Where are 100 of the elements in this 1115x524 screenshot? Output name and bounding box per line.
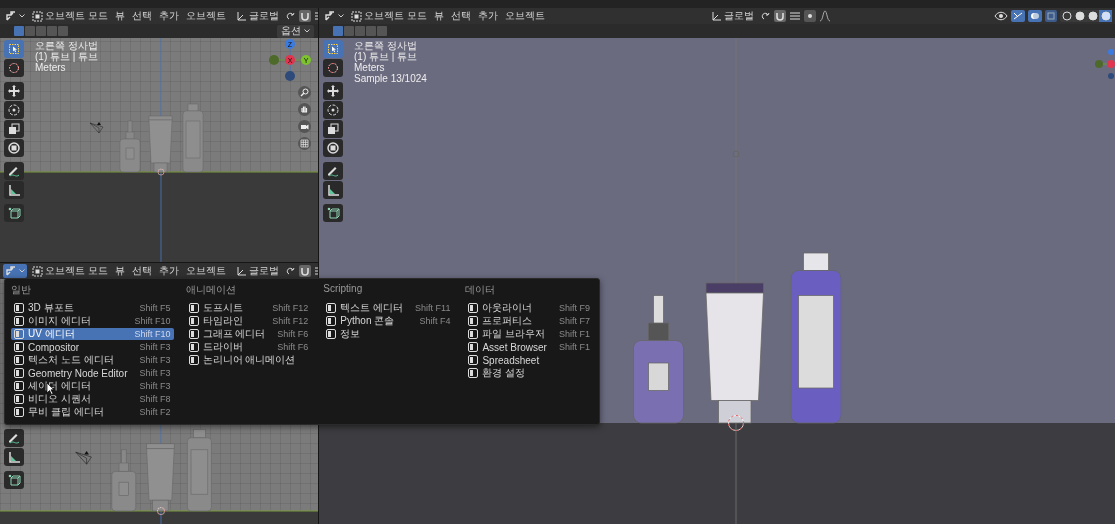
menu-item[interactable]: 텍스처 노드 에디터 Shift F3 <box>11 354 174 366</box>
rotate-icon <box>7 103 21 117</box>
add-cube-tool-button[interactable] <box>4 204 24 222</box>
options-dropdown[interactable]: 옵션 <box>277 24 314 38</box>
menu-item[interactable]: 논리니어 애니메이션 <box>185 354 312 366</box>
shading-mode-button[interactable] <box>1060 10 1073 22</box>
menu-button[interactable]: 뷰 <box>431 9 446 23</box>
menu-button[interactable]: 뷰 <box>112 9 127 23</box>
pencil-icon <box>7 431 21 445</box>
annotate-tool-button[interactable] <box>4 429 24 447</box>
editor-type-button[interactable] <box>3 264 27 278</box>
menu-button[interactable]: 오브젝트 <box>502 9 547 23</box>
editor-icon <box>326 329 337 339</box>
menu-item[interactable]: 3D 뷰포트 Shift F5 <box>11 302 174 314</box>
orientation-dropdown[interactable]: 글로벌 <box>233 9 281 23</box>
menu-item[interactable]: 드라이버 Shift F6 <box>185 341 312 353</box>
gizmo-toggle-icon[interactable] <box>1011 10 1025 22</box>
3d-cursor-icon <box>728 415 744 431</box>
ruler-icon <box>7 450 21 464</box>
menu-button[interactable]: 선택 <box>129 264 154 278</box>
editor-icon <box>468 355 479 365</box>
xray-toggle-icon[interactable] <box>1045 10 1057 22</box>
menu-item[interactable]: 무비 클립 에디터 Shift F2 <box>11 406 174 418</box>
camera-icon[interactable] <box>298 120 311 133</box>
pivot-icon[interactable] <box>759 10 772 22</box>
pencil-icon <box>326 164 340 178</box>
magnet-icon[interactable] <box>298 265 311 277</box>
editor-icon <box>14 316 24 326</box>
measure-tool-button[interactable] <box>4 448 24 466</box>
editor-type-button[interactable] <box>322 9 346 23</box>
select-box-tool-button[interactable] <box>323 40 343 58</box>
measure-tool-button[interactable] <box>4 181 24 199</box>
menu-item[interactable]: 파일 브라우저 Shift F1 <box>465 328 593 340</box>
mode-dropdown[interactable]: 오브젝트 모드 <box>30 9 110 23</box>
select-box-tool-button[interactable] <box>4 40 24 58</box>
menu-item[interactable]: 프로퍼티스 Shift F7 <box>465 315 593 327</box>
menu-button[interactable]: 오브젝트 <box>183 264 228 278</box>
cube-icon <box>7 473 21 487</box>
menu-button[interactable]: 선택 <box>448 9 473 23</box>
editor-icon <box>14 407 24 417</box>
menu-item[interactable]: Spreadsheet <box>465 354 593 366</box>
eye-icon[interactable] <box>994 10 1008 22</box>
menu-button[interactable]: 오브젝트 <box>183 9 228 23</box>
sphere-icon <box>1061 11 1072 21</box>
menu-button[interactable]: 추가 <box>156 264 181 278</box>
menu-button[interactable]: 선택 <box>129 9 154 23</box>
transform-tool-button[interactable] <box>4 139 24 157</box>
cursor-tool-button[interactable] <box>323 59 343 77</box>
menu-item[interactable]: 도프시트 Shift F12 <box>185 302 312 314</box>
transform-tool-button[interactable] <box>323 139 343 157</box>
move-tool-button[interactable] <box>4 82 24 100</box>
add-cube-tool-button[interactable] <box>4 471 24 489</box>
scale-tool-button[interactable] <box>323 120 343 138</box>
falloff-curve-icon[interactable] <box>819 10 832 22</box>
menu-item[interactable]: Compositor Shift F3 <box>11 341 174 353</box>
menu-button[interactable]: 추가 <box>156 9 181 23</box>
menu-item[interactable]: 텍스트 에디터 Shift F11 <box>323 302 454 314</box>
proportional-edit-icon[interactable] <box>804 10 817 22</box>
grid-icon[interactable] <box>298 137 311 150</box>
annotate-tool-button[interactable] <box>4 162 24 180</box>
menu-item[interactable]: 타임라인 Shift F12 <box>185 315 312 327</box>
overlay-toggle-icon[interactable] <box>1028 10 1042 22</box>
orientation-dropdown[interactable]: 글로벌 <box>233 264 281 278</box>
editor-icon <box>14 342 24 352</box>
sphere-icon <box>1074 11 1085 21</box>
orientation-dropdown[interactable]: 글로벌 <box>709 9 757 23</box>
select-box-icon <box>7 42 21 56</box>
menu-button[interactable]: 추가 <box>475 9 500 23</box>
add-cube-tool-button[interactable] <box>323 204 343 222</box>
rotate-tool-button[interactable] <box>323 101 343 119</box>
tube-drawing <box>146 443 175 512</box>
move-tool-button[interactable] <box>323 82 343 100</box>
mode-dropdown[interactable]: 오브젝트 모드 <box>349 9 429 23</box>
menu-item[interactable]: Asset Browser Shift F1 <box>465 341 593 353</box>
shading-mode-button[interactable] <box>1073 10 1086 22</box>
menu-button[interactable]: 뷰 <box>112 264 127 278</box>
menu-item[interactable]: 아웃라이너 Shift F9 <box>465 302 593 314</box>
snap-increment-icon[interactable] <box>789 10 802 22</box>
menu-item[interactable]: 환경 설정 <box>465 367 593 379</box>
annotate-tool-button[interactable] <box>323 162 343 180</box>
rotate-tool-button[interactable] <box>4 101 24 119</box>
hand-icon[interactable] <box>298 103 311 116</box>
scale-tool-button[interactable] <box>4 120 24 138</box>
menu-item[interactable]: 비디오 시퀀서 Shift F8 <box>11 393 174 405</box>
editor-type-button[interactable] <box>3 9 27 23</box>
shading-mode-button[interactable] <box>1099 10 1112 22</box>
menu-item[interactable]: UV 에디터 Shift F10 <box>11 328 174 340</box>
zoom-icon[interactable] <box>298 86 311 99</box>
menu-item[interactable]: 정보 <box>323 328 454 340</box>
menu-item[interactable]: 그래프 에디터 Shift F6 <box>185 328 312 340</box>
menu-item[interactable]: 이미지 에디터 Shift F10 <box>11 315 174 327</box>
shading-mode-button[interactable] <box>1086 10 1099 22</box>
measure-tool-button[interactable] <box>323 181 343 199</box>
magnet-icon[interactable] <box>774 10 787 22</box>
magnet-icon[interactable] <box>298 10 311 22</box>
menu-item[interactable]: Geometry Node Editor Shift F3 <box>11 367 174 379</box>
cursor-tool-button[interactable] <box>4 59 24 77</box>
menu-item[interactable]: Python 콘솔 Shift F4 <box>323 315 454 327</box>
mode-dropdown[interactable]: 오브젝트 모드 <box>30 264 110 278</box>
viewport-info-text: Meters <box>354 62 386 73</box>
